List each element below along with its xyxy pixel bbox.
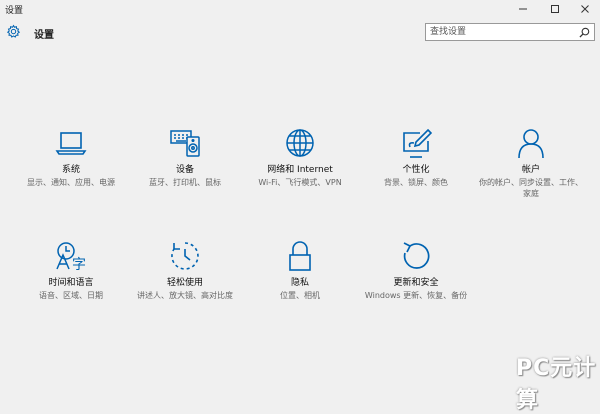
search-input[interactable] [430, 25, 570, 39]
devices-icon [170, 130, 200, 157]
personalize-icon [403, 128, 432, 158]
tile-label: 系统 [61, 165, 80, 175]
tile-privacy[interactable]: 隐私 位置、相机 [245, 240, 355, 301]
window-title: 设置 [5, 6, 24, 16]
tile-label: 网络和 Internet [267, 165, 333, 175]
maximize-button[interactable] [540, 0, 570, 18]
title-bar: 设置 [0, 0, 600, 18]
update-icon [403, 242, 430, 269]
tile-label: 更新和安全 [393, 278, 439, 288]
tile-time-language[interactable]: 字 时间和语言 语音、区域、日期 [16, 240, 126, 301]
globe-icon [286, 129, 314, 157]
close-button[interactable] [570, 0, 600, 18]
tile-ease-of-access[interactable]: 轻松使用 讲述人、放大镜、高对比度 [130, 240, 240, 301]
tile-description: Windows 更新、恢复、备份 [364, 291, 468, 300]
maximize-icon [551, 5, 559, 13]
tile-system[interactable]: 系统 显示、通知、应用、电源 [16, 127, 126, 188]
tile-accounts[interactable]: 帐户 你的帐户、同步设置、工作、家庭 [476, 127, 586, 199]
tile-description: 显示、通知、应用、电源 [27, 178, 115, 187]
svg-text:字: 字 [72, 257, 86, 272]
tile-label: 时间和语言 [48, 278, 94, 288]
tile-network[interactable]: 网络和 Internet Wi-Fi、飞行模式、VPN [245, 127, 355, 188]
ease-of-access-icon [171, 242, 199, 270]
time-language-icon: 字 [56, 242, 86, 272]
search-box[interactable] [425, 23, 595, 41]
page-title: 设置 [34, 30, 54, 41]
tile-label: 个性化 [402, 165, 430, 175]
tile-description: 蓝牙、打印机、鼠标 [149, 178, 221, 187]
tile-description: 讲述人、放大镜、高对比度 [137, 291, 233, 300]
tile-update-security[interactable]: 更新和安全 Windows 更新、恢复、备份 [361, 240, 471, 301]
watermark: PC元计算 [516, 356, 597, 413]
tile-description: 背景、锁屏、颜色 [384, 178, 448, 187]
tile-description: 位置、相机 [280, 291, 320, 300]
tile-label: 轻松使用 [166, 278, 203, 288]
gear-icon [6, 24, 21, 38]
tile-description: Wi-Fi、飞行模式、VPN [258, 178, 342, 187]
close-icon [581, 5, 589, 13]
tile-label: 帐户 [521, 165, 540, 175]
person-icon [518, 129, 544, 159]
laptop-icon [55, 132, 87, 155]
tile-label: 隐私 [290, 278, 309, 288]
minimize-button[interactable] [508, 0, 538, 18]
tile-description: 你的帐户、同步设置、工作、家庭 [479, 178, 583, 198]
tile-personalization[interactable]: 个性化 背景、锁屏、颜色 [361, 127, 471, 188]
tile-devices[interactable]: 设备 蓝牙、打印机、鼠标 [130, 127, 240, 188]
tile-description: 语音、区域、日期 [39, 291, 103, 300]
search-icon[interactable] [579, 27, 590, 38]
minimize-icon [519, 8, 527, 10]
tile-label: 设备 [175, 165, 194, 175]
lock-icon [289, 241, 311, 271]
